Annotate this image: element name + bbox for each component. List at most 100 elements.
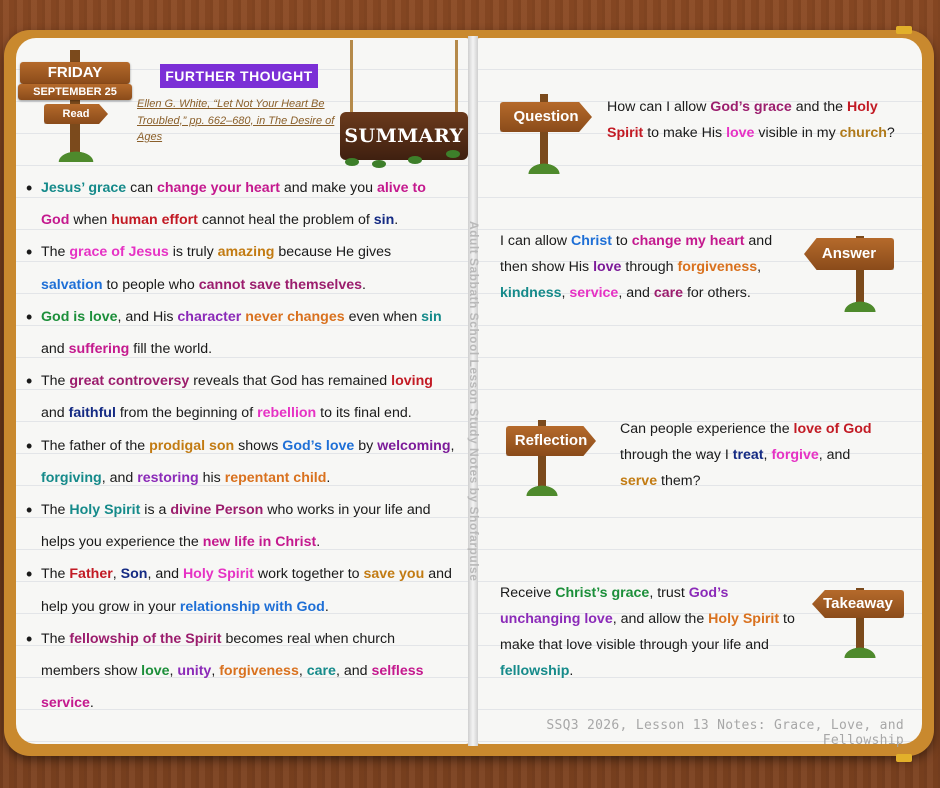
text-run: his: [198, 469, 225, 486]
text-run: restoring: [137, 469, 199, 486]
text-run: rebellion: [257, 405, 317, 422]
text-run: fill the world.: [129, 341, 213, 358]
text-run: by: [354, 437, 378, 454]
bullet-item: The fellowship of the Spirit becomes rea…: [26, 623, 456, 720]
text-run: prodigal son: [149, 437, 235, 454]
text-run: care: [653, 285, 684, 301]
text-run: and: [41, 341, 69, 358]
text-run: .: [362, 276, 366, 293]
question-text: How can I allow God’s grace and the Holy…: [607, 94, 897, 146]
text-run: , and: [101, 469, 138, 486]
text-run: Christ: [570, 233, 612, 249]
text-run: , trust: [649, 585, 689, 601]
text-run: and: [41, 405, 69, 422]
bookmark-bottom: [896, 754, 912, 762]
bullet-item: The Holy Spirit is a divine Person who w…: [26, 494, 456, 558]
text-run: The father of the: [41, 437, 150, 454]
text-run: The: [41, 630, 70, 647]
text-run: .: [89, 695, 94, 712]
answer-sign: Answer: [804, 238, 894, 270]
text-run: God is love: [41, 308, 118, 325]
text-run: service: [569, 285, 619, 301]
text-run: never changes: [245, 308, 345, 325]
text-run: work together to: [253, 566, 364, 583]
question-sign: Question: [500, 102, 592, 132]
text-run: amazing: [217, 244, 275, 261]
text-run: save you: [363, 566, 425, 583]
text-run: ?: [886, 125, 895, 141]
text-run: relationship with God: [179, 598, 325, 615]
text-run: is a: [140, 502, 171, 519]
text-run: .: [324, 598, 329, 615]
text-run: when: [69, 212, 112, 229]
text-run: cannot save themselves: [198, 276, 362, 293]
text-run: Christ’s grace: [555, 585, 650, 601]
date-label: SEPTEMBER 25: [18, 84, 132, 100]
text-run: The: [41, 566, 70, 583]
text-run: great controversy: [69, 373, 190, 390]
bullet-item: The father of the prodigal son shows God…: [26, 430, 456, 494]
text-run: ,: [298, 663, 307, 680]
text-run: faithful: [68, 405, 116, 422]
text-run: forgiving: [41, 469, 102, 486]
text-run: unity: [177, 663, 212, 680]
text-run: I can allow: [500, 233, 571, 249]
text-run: and make you: [279, 180, 377, 196]
text-run: to its final end.: [316, 405, 412, 422]
text-run: kindness: [500, 285, 562, 301]
takeaway-text: Receive Christ’s grace, trust God’s unch…: [500, 580, 810, 684]
text-run: salvation: [41, 276, 103, 293]
text-run: love: [593, 259, 622, 275]
reading-citation[interactable]: Ellen G. White, “Let Not Your Heart Be T…: [137, 96, 345, 146]
section-title: FURTHER THOUGHT: [160, 64, 318, 88]
text-run: shows: [234, 437, 283, 454]
bullet-item: The great controversy reveals that God h…: [26, 365, 456, 429]
text-run: .: [394, 212, 399, 229]
text-run: The: [41, 244, 70, 261]
text-run: is truly: [168, 244, 218, 261]
bullet-item: The grace of Jesus is truly amazing beca…: [26, 236, 456, 300]
text-run: loving: [391, 373, 433, 390]
text-run: sin: [421, 308, 442, 325]
text-run: The: [41, 502, 70, 519]
text-run: new life in Christ: [202, 534, 317, 551]
text-run: love of God: [793, 421, 872, 437]
text-run: to people who: [102, 276, 199, 293]
text-run: church: [839, 125, 887, 141]
text-run: , and: [618, 285, 654, 301]
text-run: change your heart: [156, 180, 280, 196]
text-run: sin: [373, 212, 395, 229]
text-run: The: [41, 373, 70, 390]
bullet-item: God is love, and His character never cha…: [26, 301, 456, 365]
text-run: ,: [757, 259, 762, 275]
text-run: forgiveness: [219, 663, 299, 680]
text-run: Holy Spirit: [69, 502, 141, 519]
text-run: to make His: [643, 125, 727, 141]
text-run: because He gives: [274, 244, 392, 261]
text-run: Father: [69, 566, 113, 583]
text-run: fellowship of the Spirit: [69, 630, 222, 647]
text-run: cannot heal the problem of: [197, 212, 374, 229]
text-run: serve: [620, 473, 658, 489]
text-run: Jesus’ grace: [41, 180, 127, 196]
text-run: ,: [112, 566, 121, 583]
text-run: treat: [732, 447, 764, 463]
text-run: forgive: [771, 447, 819, 463]
answer-text: I can allow Christ to change my heart an…: [500, 228, 790, 306]
text-run: .: [326, 469, 331, 486]
text-run: Son: [120, 566, 148, 583]
text-run: to: [611, 233, 632, 249]
text-run: Holy Spirit: [708, 611, 780, 627]
text-run: How can I allow: [607, 99, 711, 115]
text-run: welcoming: [377, 437, 451, 454]
day-label: FRIDAY: [20, 62, 130, 84]
reflection-sign: Reflection: [506, 426, 596, 456]
text-run: from the beginning of: [115, 405, 258, 422]
text-run: human effort: [111, 212, 198, 229]
text-run: .: [569, 663, 574, 679]
text-run: them?: [657, 473, 701, 489]
text-run: Holy Spirit: [182, 566, 254, 583]
takeaway-sign: Takeaway: [812, 590, 904, 618]
text-run: for others.: [683, 285, 751, 301]
text-run: , and His: [117, 308, 178, 325]
